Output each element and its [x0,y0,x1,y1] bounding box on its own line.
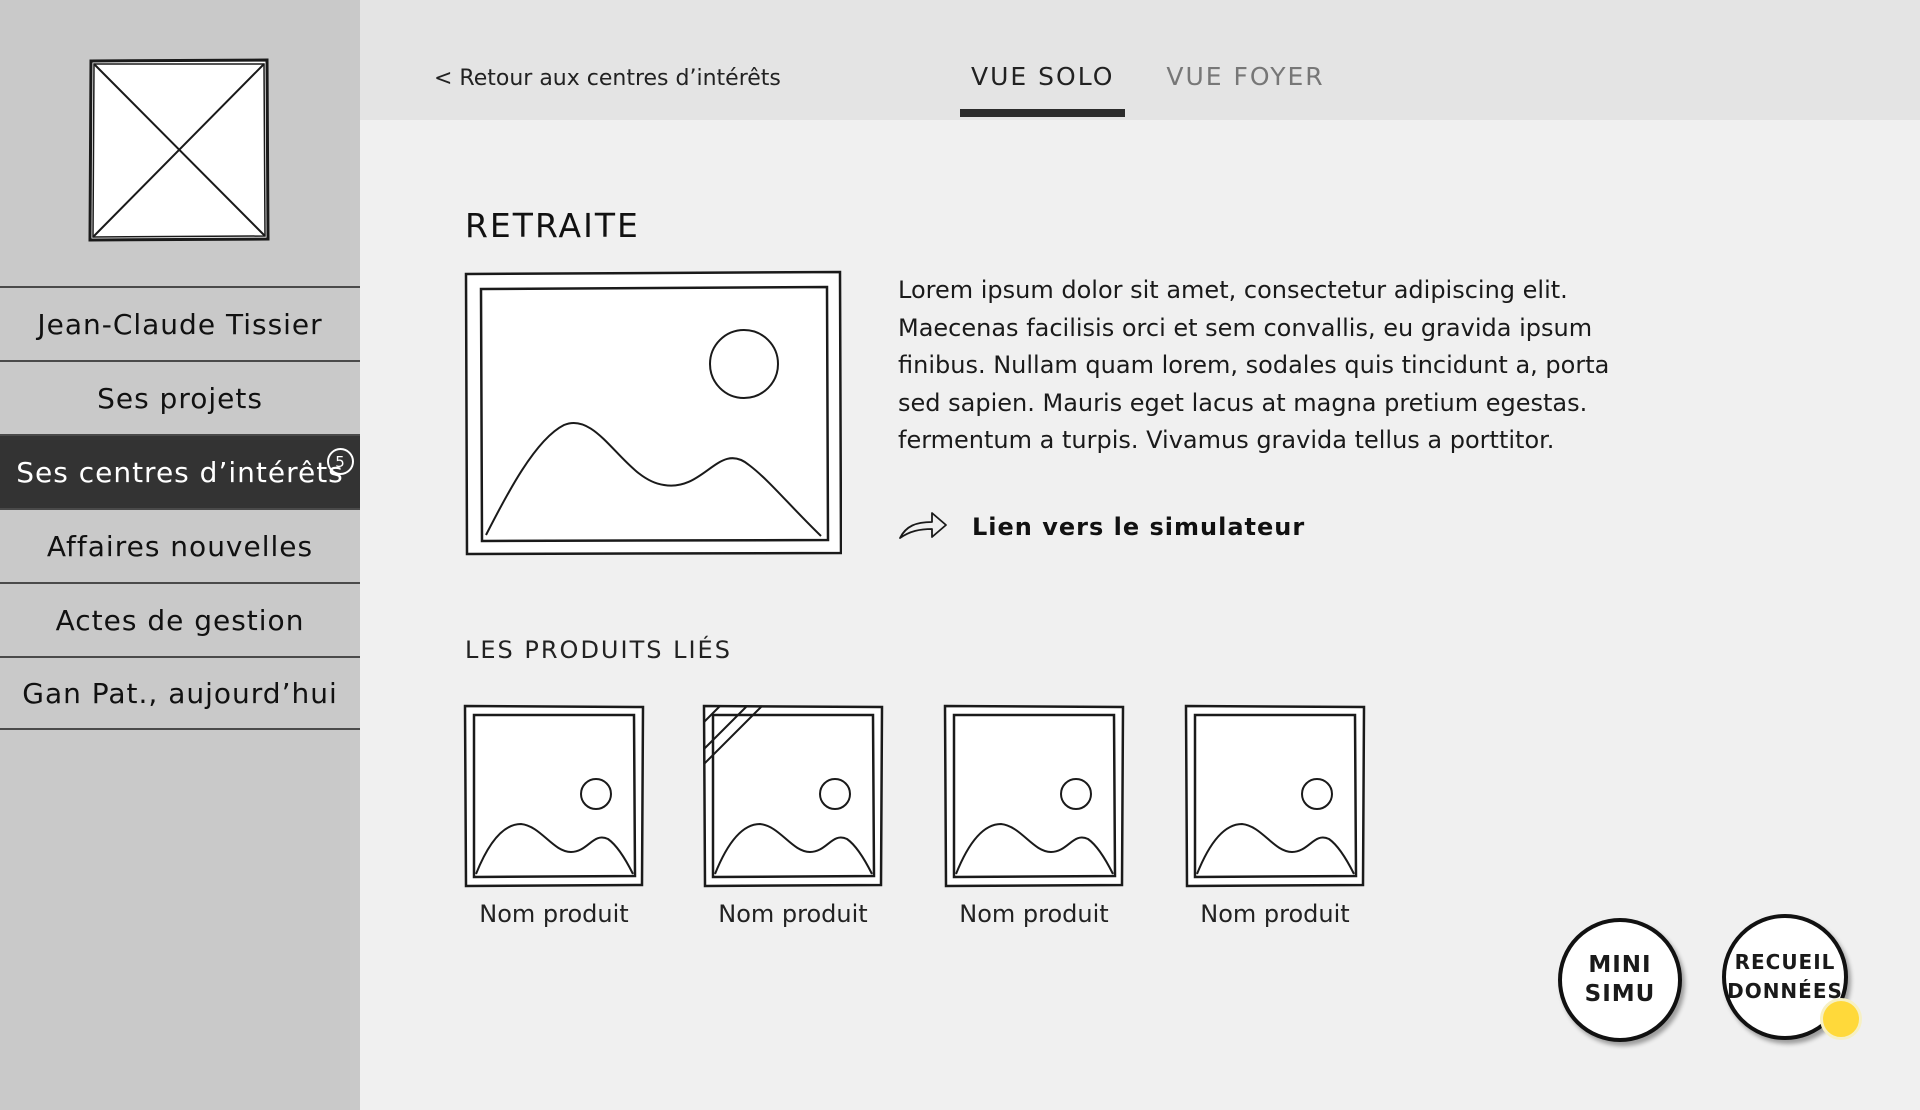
product-name: Nom produit [959,900,1109,928]
sidebar-item-label: Jean-Claude Tissier [37,307,323,341]
sidebar-item-label: Ses projets [97,381,263,415]
sidebar-nav: Jean-Claude Tissier Ses projets Ses cent… [0,286,360,730]
sidebar-item-affaires-nouvelles[interactable]: Affaires nouvelles [0,508,360,582]
count-badge: 5 [327,448,354,475]
recueil-label-line2: DONNÉES [1727,979,1843,1003]
sidebar: Jean-Claude Tissier Ses projets Ses cent… [0,0,360,1110]
mini-simu-label-line1: MINI [1588,952,1652,978]
image-placeholder-icon [943,704,1125,888]
image-placeholder-icon [463,704,645,888]
image-placeholder-icon [88,58,270,242]
sidebar-item-client[interactable]: Jean-Claude Tissier [0,286,360,360]
sidebar-item-actes-gestion[interactable]: Actes de gestion [0,582,360,656]
sidebar-item-centres-interets[interactable]: Ses centres d’intérêts 5 [0,434,360,508]
tab-vue-foyer[interactable]: VUE FOYER [1155,62,1335,117]
share-arrow-icon [899,512,947,539]
sidebar-item-projets[interactable]: Ses projets [0,360,360,434]
sidebar-item-label: Affaires nouvelles [46,529,314,563]
back-link[interactable]: < Retour aux centres d’intérêts [434,66,781,91]
image-placeholder-icon [702,704,884,888]
image-placeholder-icon [464,270,842,556]
simulator-link[interactable]: Lien vers le simulateur [898,510,1305,544]
tab-vue-solo[interactable]: VUE SOLO [960,62,1126,117]
view-tabs: VUE SOLO VUE FOYER [960,62,1366,117]
sidebar-item-label: Ses centres d’intérêts [16,455,344,489]
product-name: Nom produit [1200,900,1350,928]
app-root: Jean-Claude Tissier Ses projets Ses cent… [0,0,1920,1110]
mini-simu-button[interactable]: MINI SIMU [1558,918,1682,1042]
product-card[interactable]: Nom produit [702,704,884,928]
top-bar: < Retour aux centres d’intérêts VUE SOLO… [360,0,1920,120]
product-card[interactable]: Nom produit [1184,704,1366,928]
page-title: RETRAITE [465,206,640,245]
mini-simu-label-line2: SIMU [1584,981,1656,1007]
product-card[interactable]: Nom produit [463,704,645,928]
product-name: Nom produit [718,900,868,928]
product-card[interactable]: Nom produit [943,704,1125,928]
sidebar-item-label: Actes de gestion [55,603,305,637]
recueil-label-line1: RECUEIL [1734,950,1836,974]
image-placeholder-icon [1184,704,1366,888]
product-name: Nom produit [479,900,629,928]
notification-dot [1820,998,1862,1040]
sidebar-item-label: Gan Pat., aujourd’hui [22,676,338,710]
products-title: LES PRODUITS LIÉS [465,636,732,664]
sidebar-item-gan-pat[interactable]: Gan Pat., aujourd’hui [0,656,360,730]
description-text: Lorem ipsum dolor sit amet, consectetur … [898,276,1610,454]
simulator-link-label: Lien vers le simulateur [972,513,1306,541]
